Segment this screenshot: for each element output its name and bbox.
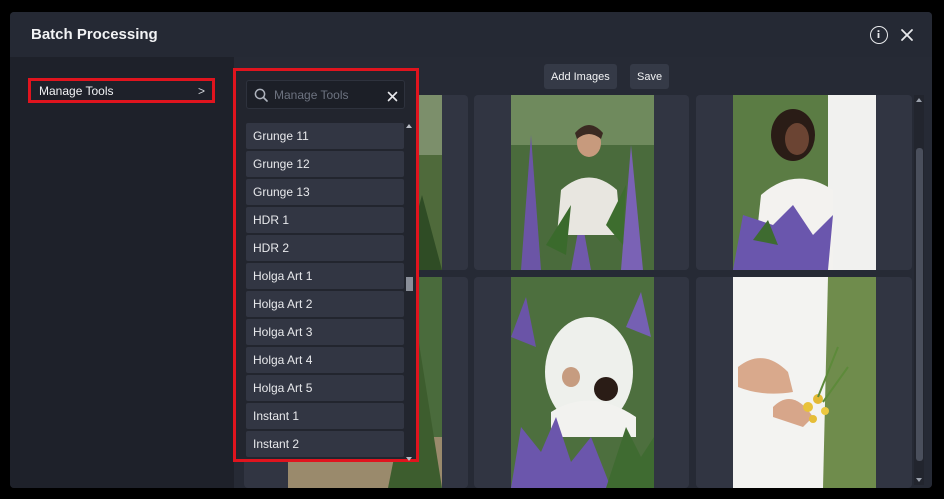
tool-item[interactable]: Holga Art 5 (246, 375, 404, 401)
tool-item[interactable]: Holga Art 2 (246, 291, 404, 317)
scroll-up-arrow-icon[interactable] (916, 98, 922, 102)
tools-list-scroll-thumb[interactable] (406, 277, 413, 291)
tools-search-input[interactable] (274, 84, 380, 105)
scroll-down-arrow-icon[interactable] (406, 457, 412, 461)
tool-item[interactable]: HDR 2 (246, 235, 404, 261)
save-button[interactable]: Save (630, 64, 670, 89)
dialog-title: Batch Processing (31, 26, 158, 43)
manage-tools-panel: Grunge 11 Grunge 12 Grunge 13 HDR 1 HDR … (233, 68, 419, 462)
clear-search-icon[interactable] (387, 89, 398, 107)
sidebar-item-label: Manage Tools (39, 83, 114, 98)
tool-item[interactable]: Holga Art 3 (246, 319, 404, 345)
tool-item[interactable]: Holga Art 1 (246, 263, 404, 289)
image-thumbnail (511, 277, 654, 488)
scroll-down-arrow-icon[interactable] (916, 478, 922, 482)
tool-item[interactable]: HDR 1 (246, 207, 404, 233)
image-thumbnail (733, 95, 876, 270)
tool-item[interactable]: Grunge 13 (246, 179, 404, 205)
tools-list: Grunge 11 Grunge 12 Grunge 13 HDR 1 HDR … (246, 123, 404, 461)
tool-item[interactable]: Instant 2 (246, 431, 404, 457)
image-card[interactable] (474, 277, 689, 488)
dialog-titlebar: Batch Processing (10, 12, 932, 57)
grid-scroll-thumb[interactable] (916, 148, 923, 461)
scroll-up-arrow-icon[interactable] (406, 124, 412, 128)
sidebar: Manage Tools > (10, 57, 234, 488)
image-thumbnail (511, 95, 654, 270)
image-thumbnail (733, 277, 876, 488)
close-icon[interactable] (899, 27, 915, 43)
tool-item[interactable]: Holga Art 4 (246, 347, 404, 373)
add-images-button[interactable]: Add Images (544, 64, 617, 89)
image-card[interactable] (474, 95, 689, 270)
sidebar-item-manage-tools[interactable]: Manage Tools > (28, 78, 215, 103)
chevron-right-icon: > (197, 83, 205, 98)
tool-item[interactable]: Instant 1 (246, 403, 404, 429)
tool-item[interactable]: Grunge 11 (246, 123, 404, 149)
search-icon (254, 88, 268, 107)
batch-processing-dialog: Batch Processing Manage Tools > Add Imag… (10, 12, 932, 488)
tool-item[interactable]: Grunge 12 (246, 151, 404, 177)
image-card[interactable] (696, 95, 912, 270)
grid-scrollbar[interactable] (914, 95, 924, 485)
info-icon[interactable] (870, 26, 888, 44)
image-card[interactable] (696, 277, 912, 488)
tools-list-scrollbar[interactable] (406, 123, 413, 461)
tools-search-box[interactable] (246, 80, 405, 109)
